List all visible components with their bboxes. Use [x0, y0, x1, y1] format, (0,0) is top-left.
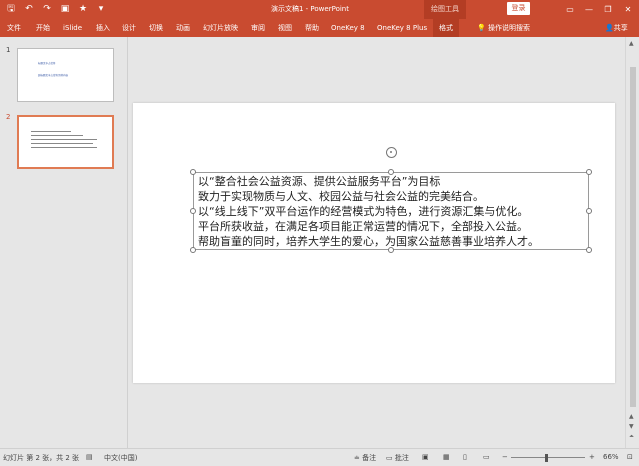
zoom-out-button[interactable]: − [502, 453, 508, 461]
notes-icon: ≐ [354, 454, 360, 462]
zoom-level[interactable]: 66% [603, 453, 619, 461]
star-icon[interactable]: ★ [76, 3, 90, 15]
rotate-handle-icon[interactable] [386, 147, 397, 158]
selected-text-box[interactable]: 以“整合社会公益资源、提供公益服务平台”为目标 致力于实现物质与人文、校园公益与… [193, 172, 589, 250]
resize-handle[interactable] [388, 169, 394, 175]
text-paragraph[interactable]: 致力于实现物质与人文、校园公益与社会公益的完美结合。 [198, 190, 484, 204]
resize-handle[interactable] [190, 169, 196, 175]
login-button[interactable]: 登录 [507, 2, 530, 15]
scroll-down-icon[interactable]: ▼ [629, 423, 634, 430]
vertical-scrollbar[interactable]: ▲ ▲ ▼ ⏶ [625, 37, 639, 448]
ribbon-display-options-icon[interactable]: ▭ [561, 0, 579, 19]
text-paragraph[interactable]: 平台所获收益，在满足各项目能正常运营的情况下，全部投入公益。 [198, 220, 528, 234]
tab-onekey8[interactable]: OneKey 8 [331, 19, 365, 37]
text-paragraph[interactable]: 以“线上线下”双平台运作的经营模式为特色，进行资源汇集与优化。 [198, 205, 528, 219]
undo-icon[interactable]: ↶ [22, 3, 36, 15]
slideshow-view-icon[interactable]: ▭ [483, 453, 490, 461]
comment-icon: ▭ [386, 454, 393, 462]
slide-editing-area: 以“整合社会公益资源、提供公益服务平台”为目标 致力于实现物质与人文、校园公益与… [129, 37, 625, 448]
tab-onekey8-plus[interactable]: OneKey 8 Plus [377, 19, 427, 37]
thumb-text-line [31, 139, 97, 140]
thumb-text-line [31, 143, 93, 144]
tab-slideshow[interactable]: 幻灯片放映 [203, 19, 238, 37]
start-from-beginning-icon[interactable]: ▣ [58, 3, 72, 15]
minimize-button[interactable]: — [580, 0, 598, 19]
thumb-title: 标题文字占位符 [38, 62, 56, 65]
share-button[interactable]: 👤共享 [605, 19, 628, 37]
ribbon-tab-bar: 文件 开始 iSlide 插入 设计 切换 动画 幻灯片放映 审阅 视图 帮助 … [0, 19, 639, 37]
thumb-number: 1 [6, 46, 11, 54]
previous-slide-icon[interactable]: ⏶ [629, 433, 634, 441]
tab-animations[interactable]: 动画 [176, 19, 190, 37]
share-label: 共享 [613, 24, 628, 32]
slide-thumbnail-1[interactable]: 标题文字占位符 副标题文字占位符示例内容 [17, 48, 114, 102]
tell-me-search[interactable]: 💡 操作说明搜索 [477, 19, 530, 37]
slide-canvas[interactable]: 以“整合社会公益资源、提供公益服务平台”为目标 致力于实现物质与人文、校园公益与… [133, 103, 615, 383]
tab-format[interactable]: 格式 [433, 19, 459, 37]
zoom-slider-knob[interactable] [545, 454, 548, 462]
tab-insert[interactable]: 插入 [96, 19, 110, 37]
quick-access-toolbar: 🖫 ↶ ↷ ▣ ★ ▾ [4, 3, 108, 15]
thumb-number: 2 [6, 113, 11, 121]
redo-icon[interactable]: ↷ [40, 3, 54, 15]
language-indicator[interactable]: 中文(中国) [104, 453, 137, 463]
scroll-up-icon[interactable]: ▲ [629, 40, 634, 47]
close-button[interactable]: ✕ [619, 0, 637, 19]
lightbulb-icon: 💡 [477, 24, 486, 32]
status-bar: 幻灯片 第 2 张，共 2 张 ▤ 中文(中国) ≐ 备注 ▭ 批注 ▣ ▦ ▯… [0, 448, 639, 466]
tab-home[interactable]: 开始 [36, 19, 50, 37]
text-paragraph[interactable]: 以“整合社会公益资源、提供公益服务平台”为目标 [198, 175, 440, 189]
fit-to-window-icon[interactable]: ⊡ [627, 453, 633, 461]
window-title: 演示文稿1 - PowerPoint [271, 5, 349, 13]
text-paragraph[interactable]: 帮助盲童的同时，培养大学生的爱心，为国家公益慈善事业培养人才。 [198, 235, 539, 249]
resize-handle[interactable] [190, 208, 196, 214]
scrollbar-thumb[interactable] [630, 67, 636, 407]
thumb-text-line [31, 147, 97, 148]
notes-button[interactable]: ≐ 备注 [354, 453, 376, 463]
comments-label: 批注 [394, 454, 409, 462]
tab-transitions[interactable]: 切换 [149, 19, 163, 37]
thumb-subtitle: 副标题文字占位符示例内容 [38, 74, 69, 77]
resize-handle[interactable] [586, 247, 592, 253]
customize-qat-icon[interactable]: ▾ [94, 3, 108, 15]
tab-review[interactable]: 审阅 [251, 19, 265, 37]
accessibility-icon[interactable]: ▤ [86, 453, 93, 461]
notes-label: 备注 [362, 454, 377, 462]
tell-me-label: 操作说明搜索 [487, 24, 530, 32]
tab-file[interactable]: 文件 [7, 19, 21, 37]
zoom-in-button[interactable]: + [589, 453, 595, 461]
tab-islide[interactable]: iSlide [63, 19, 82, 37]
resize-handle[interactable] [586, 169, 592, 175]
slide-count: 幻灯片 第 2 张，共 2 张 [3, 454, 80, 462]
person-icon: 👤 [605, 24, 614, 32]
comments-button[interactable]: ▭ 批注 [386, 453, 409, 463]
scroll-up-icon[interactable]: ▲ [629, 413, 634, 420]
thumb-text-line [31, 131, 71, 132]
tab-design[interactable]: 设计 [122, 19, 136, 37]
resize-handle[interactable] [586, 208, 592, 214]
slide-sorter-icon[interactable]: ▦ [443, 453, 450, 461]
slide-thumbnail-2[interactable] [17, 115, 114, 169]
tab-view[interactable]: 视图 [278, 19, 292, 37]
resize-handle[interactable] [190, 247, 196, 253]
normal-view-icon[interactable]: ▣ [422, 453, 429, 461]
save-icon[interactable]: 🖫 [4, 3, 18, 15]
restore-button[interactable]: ❐ [599, 0, 617, 19]
zoom-slider[interactable] [511, 457, 585, 458]
tab-help[interactable]: 帮助 [305, 19, 319, 37]
slide-thumbnails-pane: 1 标题文字占位符 副标题文字占位符示例内容 2 [0, 37, 128, 448]
thumb-text-line [31, 135, 83, 136]
resize-handle[interactable] [388, 247, 394, 253]
reading-view-icon[interactable]: ▯ [463, 453, 467, 461]
title-bar: 🖫 ↶ ↷ ▣ ★ ▾ 演示文稿1 - PowerPoint 绘图工具 登录 ▭… [0, 0, 639, 19]
contextual-tab-group-label: 绘图工具 [424, 0, 466, 19]
